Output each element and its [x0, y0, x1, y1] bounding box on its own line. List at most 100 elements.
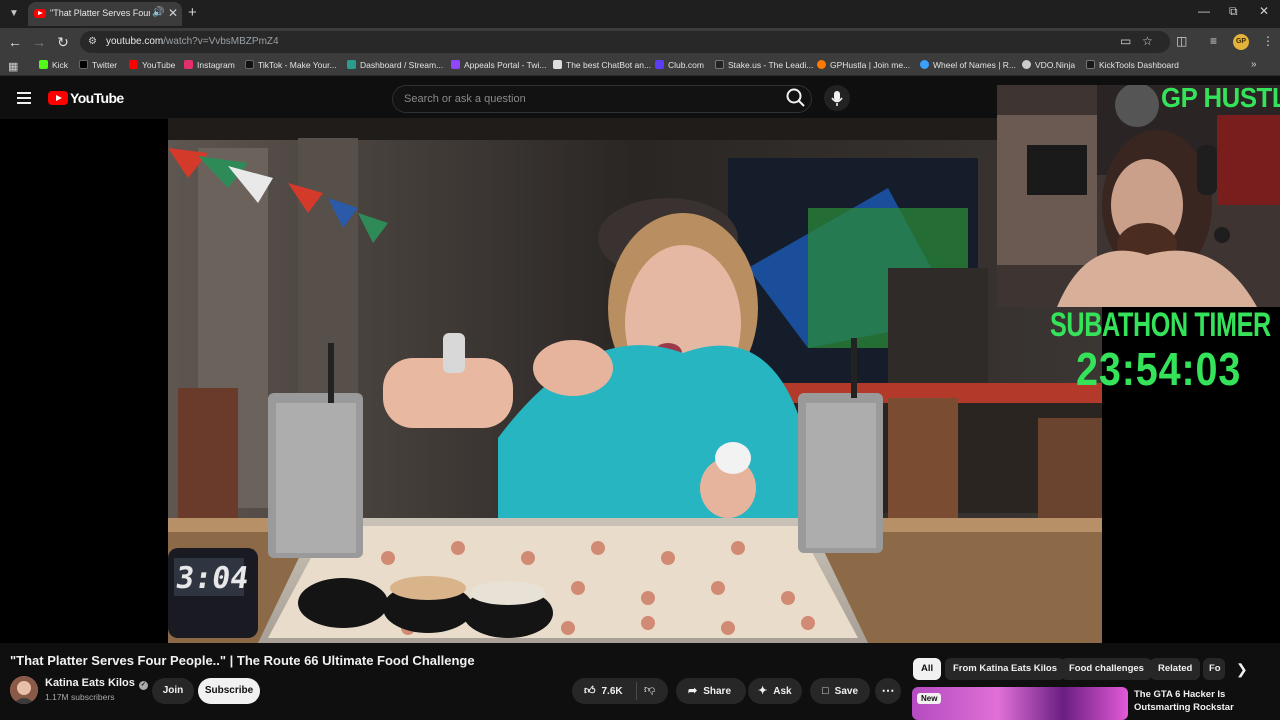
new-badge: New [917, 693, 942, 704]
bookmark-twitter[interactable]: Twitter [79, 60, 117, 70]
bookmark-instagram[interactable]: Instagram [184, 60, 235, 70]
bookmark-vdo-ninja[interactable]: VDO.Ninja [1022, 60, 1075, 70]
club-icon [655, 60, 664, 69]
chip-all[interactable]: All [913, 658, 942, 680]
chip-related[interactable]: Related [1150, 658, 1201, 680]
url-text[interactable]: youtube.com/watch?v=VvbsMBZPmZ4 [106, 36, 279, 47]
search-icon [786, 88, 805, 107]
subscriber-count: 1.17M subscribers [45, 692, 115, 702]
gphustla-icon [817, 60, 826, 69]
more-actions-icon[interactable]: ⋯ [875, 678, 901, 704]
search-placeholder: Search or ask a question [404, 93, 526, 105]
recommended-video-title[interactable]: The GTA 6 Hacker Is Outsmarting Rockstar [1134, 688, 1254, 714]
minimize-icon[interactable]: — [1198, 4, 1210, 18]
bookmark-icon: □ [822, 685, 829, 697]
video-frame [168, 118, 1102, 643]
verified-badge-icon: ✓ [138, 681, 148, 690]
hamburger-menu-icon[interactable] [17, 92, 31, 104]
bookmark-appeals[interactable]: Appeals Portal - Twi... [451, 60, 547, 70]
youtube-wordmark: YouTube [70, 90, 124, 106]
window-close-icon[interactable]: ✕ [1259, 4, 1269, 18]
subscribe-button[interactable]: Subscribe [198, 678, 260, 704]
kick-icon [39, 60, 48, 69]
browser-tab-active[interactable]: "That Platter Serves Four Pe 🔊 ✕ [28, 2, 182, 26]
back-arrow-icon[interactable]: ← [6, 33, 24, 51]
kitchen-timer-display: 3:04 [173, 561, 251, 596]
instagram-icon [184, 60, 193, 69]
thumbs-down-icon[interactable]: 👎︎ [644, 683, 655, 696]
bookmark-kicktools[interactable]: KickTools Dashboard [1086, 60, 1179, 70]
twitter-icon [79, 60, 88, 69]
chip-more[interactable]: Fo [1203, 658, 1225, 680]
stake-icon [715, 60, 724, 69]
wheel-icon [920, 60, 929, 69]
chatbot-icon [553, 60, 562, 69]
channel-name[interactable]: Katina Eats Kilos ✓ [45, 677, 148, 690]
restore-icon[interactable]: ⧉ [1229, 4, 1238, 19]
streamer-webcam [997, 85, 1280, 307]
avatar-image [10, 676, 38, 704]
twitch-icon [451, 60, 460, 69]
bookmarks-bar: ▦ Kick Twitter YouTube Instagram TikTok … [0, 56, 1280, 76]
reload-icon[interactable]: ↻ [54, 33, 72, 51]
youtube-favicon-icon [34, 9, 46, 18]
browser-toolbar: ← → ↻ ⚙ youtube.com/watch?v=VvbsMBZPmZ4 … [0, 28, 1280, 56]
new-tab-icon[interactable]: + [188, 4, 197, 21]
reading-list-icon[interactable]: ≡ [1210, 34, 1217, 48]
browser-menu-icon[interactable]: ⋮ [1262, 34, 1274, 48]
share-button[interactable]: ➦ Share [676, 678, 746, 704]
kicktools-icon [1086, 60, 1095, 69]
bookmark-star-icon[interactable]: ☆ [1142, 34, 1153, 48]
chevron-right-icon[interactable]: ❯ [1236, 661, 1248, 678]
bookmark-wheel[interactable]: Wheel of Names | R... [920, 60, 1016, 70]
forward-arrow-icon[interactable]: → [30, 33, 48, 51]
bookmarks-overflow-icon[interactable]: » [1251, 59, 1257, 70]
dashboard-icon [347, 60, 356, 69]
video-title: "That Platter Serves Four People.." | Th… [10, 653, 475, 668]
bookmark-kick[interactable]: Kick [39, 60, 68, 70]
voice-search-button[interactable] [824, 85, 850, 111]
apps-grid-icon[interactable]: ▦ [8, 60, 18, 73]
extensions-icon[interactable]: ◫ [1176, 34, 1187, 48]
bookmark-youtube[interactable]: YouTube [129, 60, 175, 70]
profile-avatar[interactable]: GP [1233, 34, 1249, 50]
webcam-frame [997, 85, 1280, 307]
recommended-thumbnail[interactable] [912, 687, 1128, 720]
youtube-play-icon [48, 91, 68, 105]
bookmark-tiktok[interactable]: TikTok - Make Your... [245, 60, 337, 70]
tab-audio-icon[interactable]: 🔊 [152, 7, 164, 18]
subathon-timer: 23:54:03 [1076, 343, 1242, 395]
subathon-label: SUBATHON TIMER [1050, 306, 1271, 344]
page-scrollbar[interactable] [0, 712, 900, 720]
bookmark-gphustla[interactable]: GPHustla | Join me... [817, 60, 910, 70]
vdo-ninja-icon [1022, 60, 1031, 69]
bookmark-stake[interactable]: Stake.us - The Leadi... [715, 60, 813, 70]
streamer-name-overlay: GP HUSTLA [1161, 82, 1280, 113]
chip-food-challenges[interactable]: Food challenges [1061, 658, 1152, 680]
video-player[interactable]: 3:04 [168, 118, 1102, 643]
share-arrow-icon: ➦ [688, 685, 698, 697]
like-count: 7.6K [601, 686, 623, 697]
bookmark-dashboard[interactable]: Dashboard / Stream... [347, 60, 443, 70]
browser-tab-strip: ▼ "That Platter Serves Four Pe 🔊 ✕ + — ⧉… [0, 0, 1280, 28]
bookmark-club[interactable]: Club.com [655, 60, 704, 70]
address-bar[interactable]: ⚙ youtube.com/watch?v=VvbsMBZPmZ4 [80, 31, 1170, 53]
save-button[interactable]: □ Save [810, 678, 870, 704]
cast-icon[interactable]: ▭ [1120, 34, 1131, 48]
tab-close-icon[interactable]: ✕ [168, 6, 178, 20]
tab-search-chevron-icon[interactable]: ▼ [6, 6, 22, 22]
join-button[interactable]: Join [152, 678, 194, 704]
youtube-icon [129, 60, 138, 69]
sparkle-icon: ✦ [758, 685, 768, 697]
like-dislike-divider [636, 682, 637, 700]
tiktok-icon [245, 60, 254, 69]
channel-avatar[interactable] [10, 676, 38, 704]
thumbs-up-icon: 👍︎ [584, 685, 596, 697]
ask-button[interactable]: ✦ Ask [748, 678, 802, 704]
search-button[interactable] [782, 84, 810, 112]
tab-title: "That Platter Serves Four Pe [50, 8, 150, 18]
chip-from-channel[interactable]: From Katina Eats Kilos [945, 658, 1065, 680]
site-info-icon[interactable]: ⚙ [88, 36, 100, 48]
bookmark-chatbot[interactable]: The best ChatBot an... [553, 60, 651, 70]
search-input[interactable]: Search or ask a question [392, 85, 812, 113]
